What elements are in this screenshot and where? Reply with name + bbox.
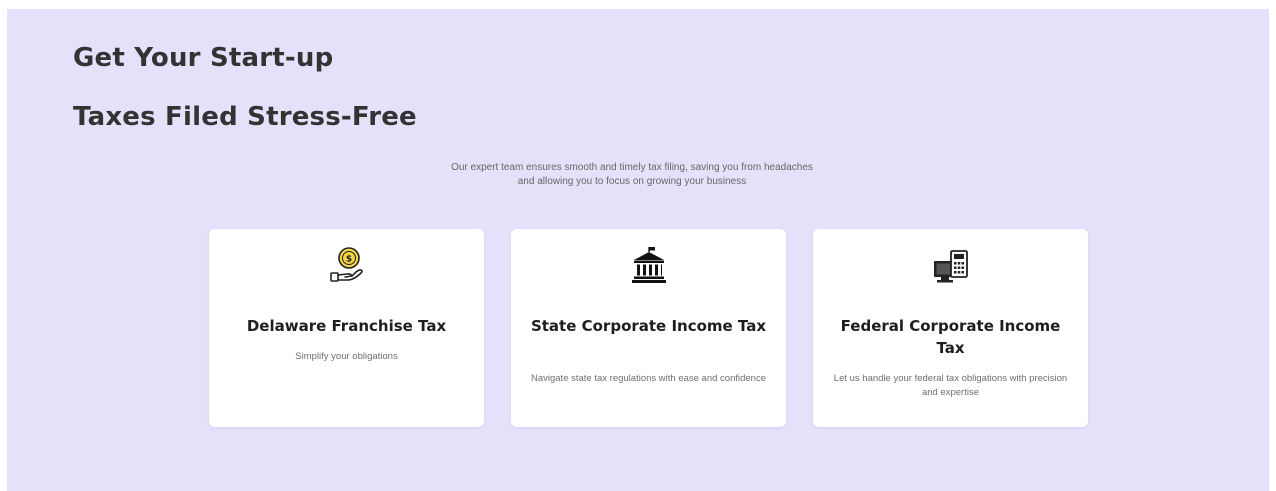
card-delaware-franchise-tax[interactable]: $ Delaware Franchise Tax Simplify your o… <box>209 229 484 427</box>
calculator-computer-icon <box>933 250 968 283</box>
card-title: Federal Corporate Income Tax <box>840 317 1061 357</box>
hero-subtitle-line-2: and allowing you to focus on growing you… <box>517 176 747 187</box>
svg-text:$: $ <box>345 255 351 265</box>
card-federal-corporate-income-tax[interactable]: Federal Corporate Income Tax Let us hand… <box>813 229 1088 427</box>
card-description: Simplify your obligations <box>295 351 398 362</box>
hero-subtitle: Our expert team ensures smooth and timel… <box>307 161 957 189</box>
hero-title-line-1: Get Your Start-up <box>73 43 334 73</box>
coin-hand-icon: $ <box>329 247 363 282</box>
card-state-corporate-income-tax[interactable]: State Corporate Income Tax Navigate stat… <box>511 229 786 427</box>
government-building-icon <box>631 247 666 283</box>
hero-subtitle-line-1: Our expert team ensures smooth and timel… <box>451 162 813 173</box>
hero-title-line-2: Taxes Filed Stress-Free <box>73 102 417 132</box>
tax-filing-section: Get Your Start-up Taxes Filed Stress-Fre… <box>7 9 1269 491</box>
card-title: Delaware Franchise Tax <box>246 317 447 335</box>
card-description: Let us handle your federal tax obligatio… <box>833 373 1068 398</box>
card-description: Navigate state tax regulations with ease… <box>530 373 766 384</box>
card-title: State Corporate Income Tax <box>530 317 767 335</box>
